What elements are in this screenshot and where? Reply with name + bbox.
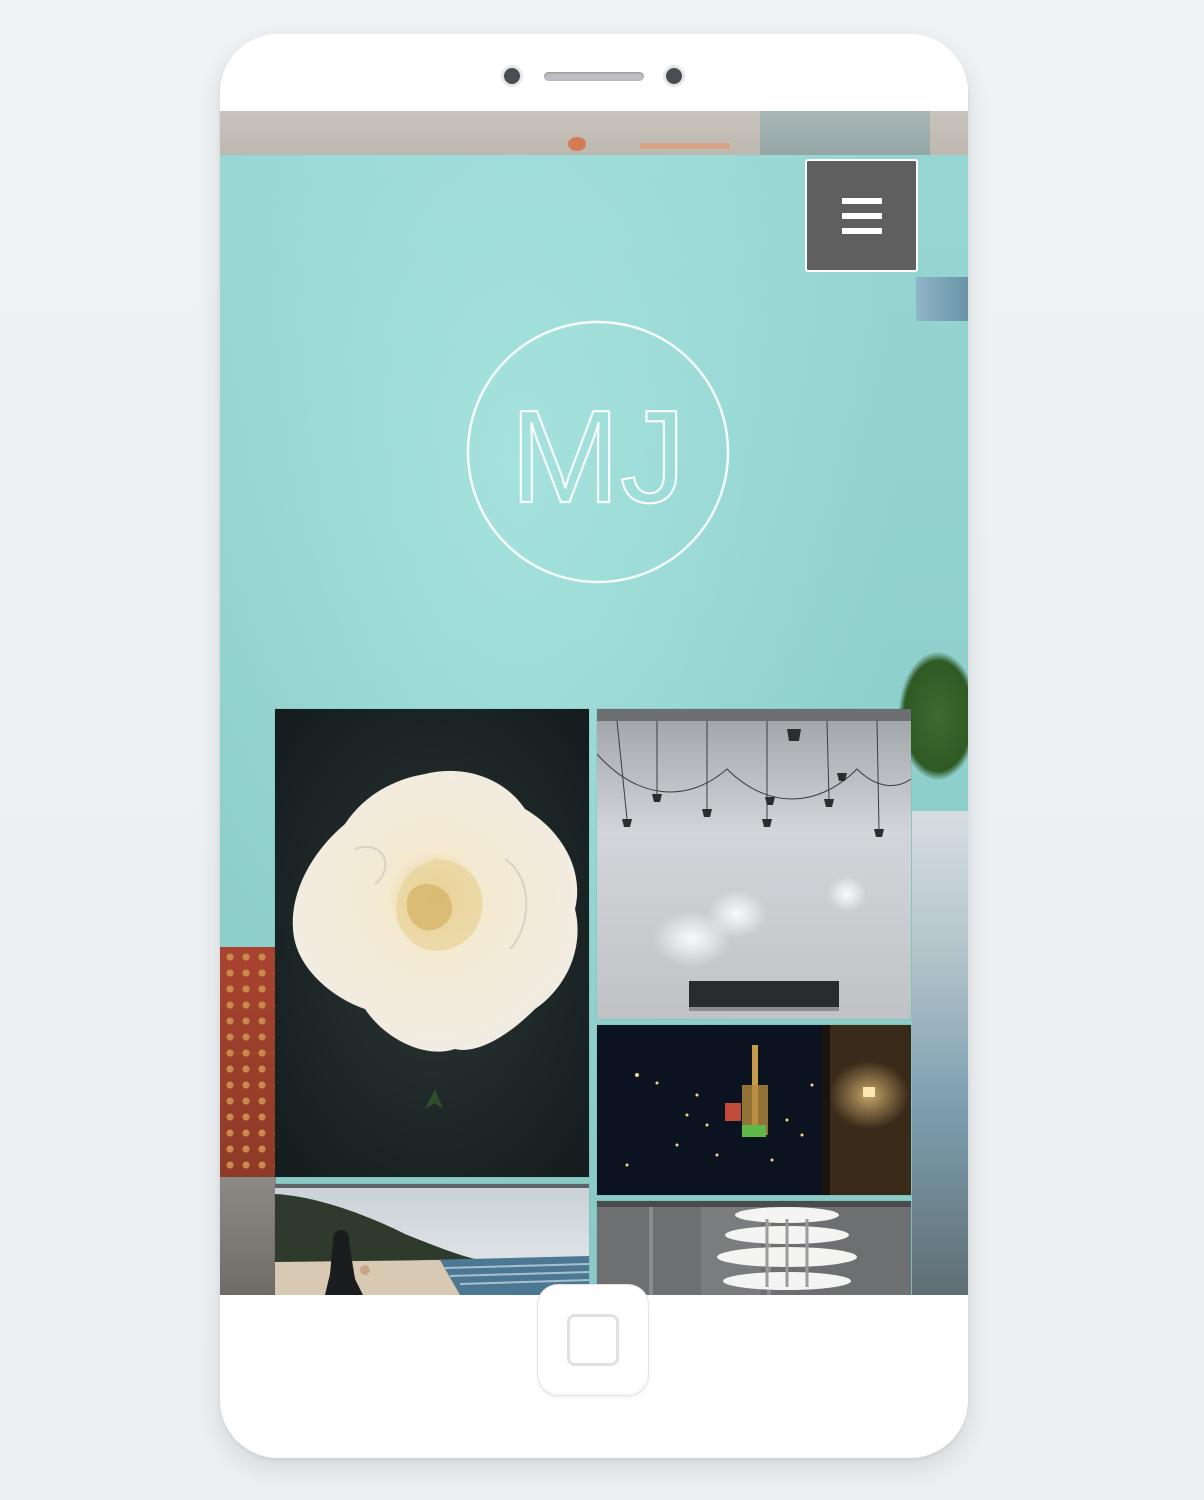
home-square-icon — [567, 1314, 619, 1366]
hamburger-menu-icon — [841, 197, 882, 234]
gallery-tile-rose[interactable] — [275, 709, 589, 1177]
sensor-icon — [666, 68, 682, 84]
site-logo[interactable]: MJ — [466, 320, 730, 584]
pendant-lights-photo — [597, 709, 911, 1019]
hero-chair — [912, 811, 968, 1295]
speaker-grille — [544, 72, 644, 81]
page-background: MJ — [0, 0, 1204, 1500]
gallery-tile-city[interactable] — [597, 1025, 911, 1195]
white-rose-photo — [275, 709, 589, 1177]
phone-frame: MJ — [220, 34, 968, 1458]
gallery-tile-lamp[interactable] — [597, 1201, 911, 1295]
beach-person-photo — [275, 1184, 589, 1295]
menu-button[interactable] — [805, 159, 918, 272]
phone-screen: MJ — [220, 111, 968, 1295]
logo-circle-icon: MJ — [466, 320, 730, 584]
hero-fabric — [220, 947, 276, 1177]
hero-floor — [220, 1177, 276, 1295]
logo-text: MJ — [510, 383, 686, 530]
gallery-tile-lights[interactable] — [597, 709, 911, 1019]
home-button[interactable] — [538, 1285, 648, 1395]
night-city-photo — [597, 1025, 911, 1195]
hero-ceiling — [220, 111, 968, 155]
gallery-tile-beach[interactable] — [275, 1184, 589, 1295]
lamp-photo — [597, 1201, 911, 1295]
front-camera-icon — [504, 68, 520, 84]
hero-decor-right — [916, 277, 968, 321]
